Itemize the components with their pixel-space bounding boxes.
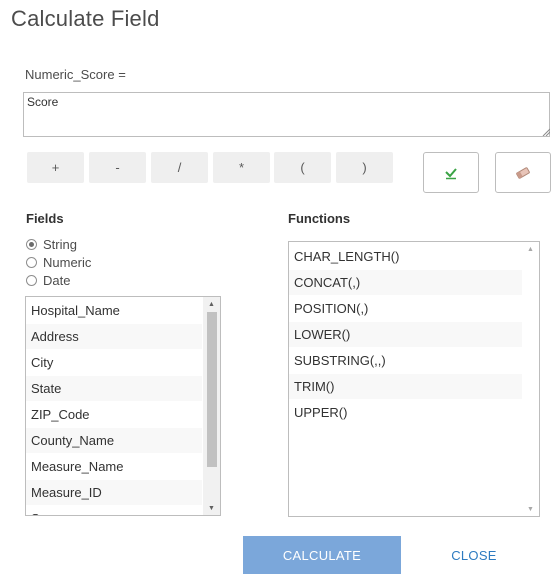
functions-scrollbar[interactable]: ▲ ▼ — [522, 242, 539, 516]
expression-input[interactable]: Score — [23, 92, 550, 137]
resize-grip-icon[interactable] — [542, 128, 550, 136]
list-item[interactable]: UPPER() — [289, 400, 522, 426]
operator-close-paren-button[interactable]: ) — [336, 152, 393, 183]
operator-plus-button[interactable]: + — [27, 152, 84, 183]
dialog-title: Calculate Field — [11, 6, 160, 31]
list-item[interactable]: State — [26, 376, 202, 402]
scroll-up-icon[interactable]: ▲ — [203, 297, 220, 311]
list-item[interactable]: S — [26, 506, 202, 515]
list-item[interactable]: CHAR_LENGTH() — [289, 244, 522, 270]
filter-label: Date — [43, 272, 71, 288]
radio-icon[interactable] — [26, 256, 37, 268]
operator-minus-button[interactable]: - — [89, 152, 146, 183]
list-item[interactable]: POSITION(,) — [289, 296, 522, 322]
functions-heading: Functions — [288, 211, 351, 226]
scroll-down-icon[interactable]: ▼ — [203, 501, 220, 515]
list-item[interactable]: Address — [26, 324, 202, 350]
calculate-button[interactable]: CALCULATE — [243, 536, 401, 574]
operator-multiply-button[interactable]: * — [213, 152, 270, 183]
list-item[interactable]: Measure_ID — [26, 480, 202, 506]
filter-label: Numeric — [43, 254, 92, 270]
fields-list: Hospital_Name Address City State ZIP_Cod… — [25, 296, 221, 516]
field-type-filter: String Numeric Date — [26, 235, 91, 289]
list-item[interactable]: County_Name — [26, 428, 202, 454]
list-item[interactable]: LOWER() — [289, 322, 522, 348]
list-item[interactable]: Hospital_Name — [26, 298, 202, 324]
list-item[interactable]: Measure_Name — [26, 454, 202, 480]
list-item[interactable]: SUBSTRING(,,) — [289, 348, 522, 374]
list-item[interactable]: ZIP_Code — [26, 402, 202, 428]
list-item[interactable]: TRIM() — [289, 374, 522, 400]
fields-heading: Fields — [26, 211, 64, 226]
radio-icon[interactable] — [26, 274, 37, 286]
operator-divide-button[interactable]: / — [151, 152, 208, 183]
radio-selected-icon[interactable] — [26, 238, 37, 250]
filter-numeric[interactable]: Numeric — [26, 253, 91, 271]
scroll-thumb[interactable] — [207, 312, 217, 467]
operator-open-paren-button[interactable]: ( — [274, 152, 331, 183]
fields-scrollbar[interactable]: ▲ ▼ — [203, 297, 220, 515]
scroll-down-icon[interactable]: ▼ — [522, 502, 539, 516]
expression-label: Numeric_Score = — [25, 67, 126, 82]
scroll-up-icon[interactable]: ▲ — [522, 242, 539, 256]
list-item[interactable]: CONCAT(,) — [289, 270, 522, 296]
filter-string[interactable]: String — [26, 235, 91, 253]
list-item[interactable]: City — [26, 350, 202, 376]
check-icon — [445, 167, 457, 179]
eraser-icon — [516, 166, 530, 179]
validate-button[interactable] — [423, 152, 479, 193]
filter-label: String — [43, 236, 77, 252]
close-button[interactable]: CLOSE — [437, 536, 511, 574]
filter-date[interactable]: Date — [26, 271, 91, 289]
clear-button[interactable] — [495, 152, 551, 193]
functions-list: CHAR_LENGTH() CONCAT(,) POSITION(,) LOWE… — [288, 241, 540, 517]
